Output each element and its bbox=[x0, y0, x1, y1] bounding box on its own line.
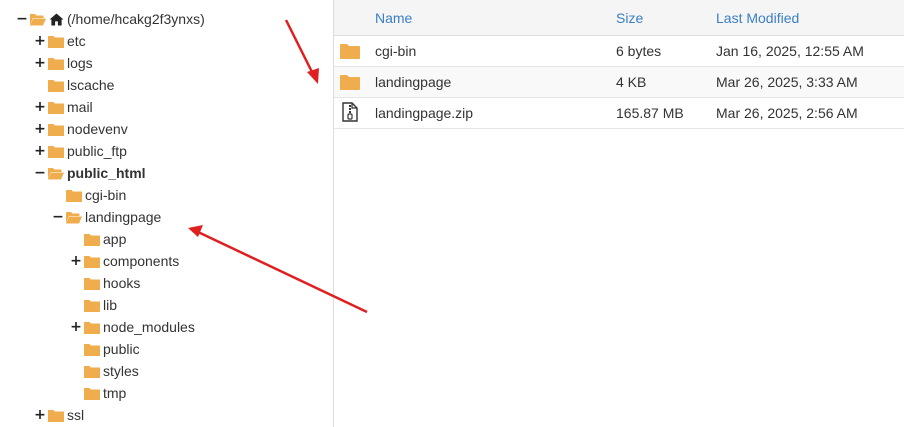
tree-item-label[interactable]: logs bbox=[67, 52, 93, 74]
tree-item-landingpage[interactable]: − landingpage bbox=[52, 206, 161, 228]
tree-item-nodevenv[interactable]: + nodevenv bbox=[34, 118, 128, 140]
file-name[interactable]: cgi-bin bbox=[375, 43, 416, 59]
folder-icon bbox=[48, 101, 64, 114]
folder-icon bbox=[84, 365, 100, 378]
folder-icon bbox=[48, 79, 64, 92]
folder-icon bbox=[84, 343, 100, 356]
tree-item-label[interactable]: landingpage bbox=[85, 206, 161, 228]
tree-item-lscache[interactable]: lscache bbox=[34, 74, 114, 96]
tree-item-logs[interactable]: + logs bbox=[34, 52, 93, 74]
tree-item-label[interactable]: tmp bbox=[103, 382, 126, 404]
tree-item-label[interactable]: components bbox=[103, 250, 179, 272]
expand-icon[interactable]: + bbox=[34, 118, 46, 140]
tree-item-label[interactable]: public_ftp bbox=[67, 140, 127, 162]
file-row-landingpage[interactable]: landingpage 4 KB Mar 26, 2025, 3:33 AM bbox=[334, 67, 904, 98]
file-row-landingpage-zip[interactable]: landingpage.zip 165.87 MB Mar 26, 2025, … bbox=[334, 98, 904, 129]
collapse-icon[interactable]: − bbox=[52, 206, 64, 228]
tree-item-label[interactable]: mail bbox=[67, 96, 93, 118]
tree-item-public-html[interactable]: − public_html bbox=[34, 162, 146, 184]
folder-open-icon bbox=[66, 211, 82, 223]
file-name[interactable]: landingpage bbox=[375, 74, 451, 90]
folder-icon bbox=[84, 255, 100, 268]
tree-item-label[interactable]: cgi-bin bbox=[85, 184, 126, 206]
tree-item-etc[interactable]: + etc bbox=[34, 30, 86, 52]
expand-icon[interactable]: + bbox=[34, 404, 46, 426]
tree-item-public-ftp[interactable]: + public_ftp bbox=[34, 140, 127, 162]
folder-icon bbox=[84, 277, 100, 290]
home-icon bbox=[49, 12, 64, 26]
folder-icon bbox=[48, 123, 64, 136]
tree-item-label[interactable]: styles bbox=[103, 360, 139, 382]
tree-item-label[interactable]: app bbox=[103, 228, 126, 250]
tree-root[interactable]: − (/home/hcakg2f3ynxs) bbox=[16, 8, 205, 30]
tree-item-hooks[interactable]: hooks bbox=[70, 272, 140, 294]
file-list-header: Name Size Last Modified bbox=[334, 0, 904, 36]
expand-icon[interactable]: + bbox=[34, 96, 46, 118]
file-modified: Jan 16, 2025, 12:55 AM bbox=[716, 43, 864, 59]
collapse-icon[interactable]: − bbox=[34, 162, 46, 184]
tree-item-public[interactable]: public bbox=[70, 338, 140, 360]
file-list-panel: Name Size Last Modified cgi-bin 6 bytes … bbox=[333, 0, 904, 427]
folder-icon bbox=[48, 409, 64, 422]
zip-file-icon bbox=[342, 102, 358, 122]
tree-item-ssl[interactable]: + ssl bbox=[34, 404, 84, 426]
folder-open-icon bbox=[30, 13, 46, 25]
tree-item-label[interactable]: lib bbox=[103, 294, 117, 316]
tree-item-node-modules[interactable]: + node_modules bbox=[70, 316, 195, 338]
column-header-last-modified[interactable]: Last Modified bbox=[716, 10, 799, 26]
file-size: 165.87 MB bbox=[616, 105, 684, 121]
expand-icon[interactable]: + bbox=[34, 140, 46, 162]
file-name[interactable]: landingpage.zip bbox=[375, 105, 473, 121]
tree-item-mail[interactable]: + mail bbox=[34, 96, 93, 118]
folder-icon bbox=[84, 387, 100, 400]
folder-icon bbox=[66, 189, 82, 202]
tree-item-label[interactable]: public bbox=[103, 338, 140, 360]
tree-item-styles[interactable]: styles bbox=[70, 360, 139, 382]
folder-icon bbox=[84, 321, 100, 334]
folder-icon bbox=[84, 299, 100, 312]
tree-item-cgi-bin[interactable]: cgi-bin bbox=[52, 184, 126, 206]
directory-tree: − (/home/hcakg2f3ynxs) + etc + logs lsca… bbox=[0, 0, 333, 427]
file-size: 4 KB bbox=[616, 74, 647, 90]
file-size: 6 bytes bbox=[616, 43, 662, 59]
file-modified: Mar 26, 2025, 2:56 AM bbox=[716, 105, 858, 121]
tree-item-label[interactable]: nodevenv bbox=[67, 118, 128, 140]
folder-open-icon bbox=[48, 167, 64, 179]
column-header-name[interactable]: Name bbox=[375, 10, 412, 26]
collapse-icon[interactable]: − bbox=[16, 8, 28, 30]
tree-root-label[interactable]: (/home/hcakg2f3ynxs) bbox=[67, 8, 205, 30]
tree-item-label[interactable]: public_html bbox=[67, 162, 146, 184]
tree-item-label[interactable]: etc bbox=[67, 30, 86, 52]
expand-icon[interactable]: + bbox=[34, 52, 46, 74]
tree-item-tmp[interactable]: tmp bbox=[70, 382, 126, 404]
file-modified: Mar 26, 2025, 3:33 AM bbox=[716, 74, 858, 90]
tree-item-components[interactable]: + components bbox=[70, 250, 179, 272]
tree-item-lib[interactable]: lib bbox=[70, 294, 117, 316]
tree-item-label[interactable]: hooks bbox=[103, 272, 140, 294]
folder-icon bbox=[48, 35, 64, 48]
expand-icon[interactable]: + bbox=[70, 316, 82, 338]
expand-icon[interactable]: + bbox=[70, 250, 82, 272]
tree-item-label[interactable]: ssl bbox=[67, 404, 84, 426]
folder-icon bbox=[48, 145, 64, 158]
column-header-size[interactable]: Size bbox=[616, 10, 643, 26]
folder-icon bbox=[84, 233, 100, 246]
file-row-cgi-bin[interactable]: cgi-bin 6 bytes Jan 16, 2025, 12:55 AM bbox=[334, 36, 904, 67]
expand-icon[interactable]: + bbox=[34, 30, 46, 52]
folder-icon bbox=[340, 75, 360, 90]
tree-item-label[interactable]: lscache bbox=[67, 74, 114, 96]
folder-icon bbox=[340, 44, 360, 59]
folder-icon bbox=[48, 57, 64, 70]
tree-item-app[interactable]: app bbox=[70, 228, 126, 250]
tree-item-label[interactable]: node_modules bbox=[103, 316, 195, 338]
